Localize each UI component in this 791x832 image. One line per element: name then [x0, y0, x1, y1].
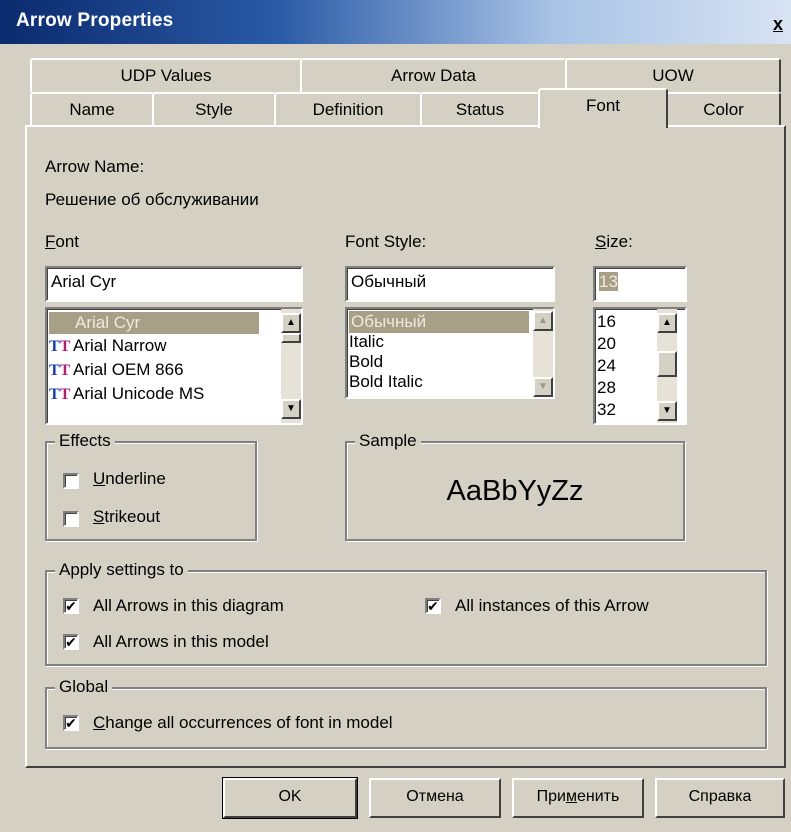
size-label-rest: ize: [606, 232, 633, 251]
tab-color[interactable]: Color [666, 92, 781, 126]
font-style-label: Font Style: [345, 232, 427, 251]
global-title: Global [55, 677, 113, 697]
all-arrows-diagram-checkbox[interactable]: ✔ [63, 598, 79, 614]
change-all-occurrences-label[interactable]: Change all occurrences of font in model [93, 713, 393, 733]
apply-settings-group: Apply settings to ✔ All Arrows in this d… [45, 560, 767, 666]
list-item[interactable]: Обычный [349, 311, 529, 333]
apply-label-end: енить [577, 788, 620, 805]
sample-preview-text: AaBbYyZz [446, 475, 584, 507]
tab-style[interactable]: Style [152, 92, 276, 126]
size-input-value: 13 [599, 272, 618, 291]
tab-font[interactable]: Font [538, 88, 668, 128]
all-arrows-model-label[interactable]: All Arrows in this model [93, 632, 269, 652]
strikeout-accel: S [93, 507, 105, 526]
all-instances-checkbox[interactable]: ✔ [425, 598, 441, 614]
all-instances-label[interactable]: All instances of this Arrow [455, 596, 649, 616]
tab-udp-values[interactable]: UDP Values [30, 58, 302, 92]
font-style-input[interactable]: Обычный [345, 266, 555, 302]
global-group: Global ✔ Change all occurrences of font … [45, 677, 767, 749]
list-item[interactable]: Arial Cyr [49, 312, 259, 334]
cancel-button[interactable]: Отмена [369, 778, 501, 818]
apply-button[interactable]: Применить [512, 778, 644, 818]
list-item[interactable]: 28 [597, 377, 616, 399]
arrow-properties-dialog: Arrow Properties x UDP Values Arrow Data… [0, 0, 791, 832]
change-accel: C [93, 713, 106, 732]
font-item-label: Arial Unicode MS [73, 384, 205, 403]
list-item[interactable]: 32 [597, 399, 616, 421]
font-style-scrollbar[interactable]: ▲ ▼ [533, 309, 553, 397]
tab-arrow-data[interactable]: Arrow Data [300, 58, 567, 92]
close-icon[interactable]: x [773, 14, 783, 35]
truetype-icon: TT [49, 386, 71, 403]
apply-label-start: При [536, 788, 566, 805]
tab-definition[interactable]: Definition [274, 92, 422, 126]
apply-accel: м [566, 788, 577, 805]
effects-title: Effects [55, 431, 115, 451]
strikeout-checkbox[interactable] [63, 511, 79, 527]
tab-uow[interactable]: UOW [565, 58, 781, 92]
change-all-occurrences-checkbox[interactable]: ✔ [63, 715, 79, 731]
font-label-accel: F [45, 232, 56, 251]
underline-accel: U [93, 469, 106, 488]
sample-group: Sample AaBbYyZz [345, 431, 685, 541]
list-item[interactable]: Italic [349, 331, 384, 353]
scroll-thumb[interactable] [657, 351, 677, 377]
list-item[interactable]: TT Arial Narrow [49, 335, 167, 357]
list-item[interactable]: Bold [349, 351, 383, 373]
help-button[interactable]: Справка [655, 778, 785, 818]
list-item[interactable]: TT Arial Unicode MS [49, 383, 204, 405]
truetype-icon: TT [49, 338, 71, 355]
font-label-rest: ont [55, 232, 80, 251]
list-item[interactable]: 24 [597, 355, 616, 377]
sample-title: Sample [355, 431, 421, 451]
scroll-down-icon[interactable]: ▼ [533, 377, 553, 397]
underline-label[interactable]: Underline [93, 469, 166, 489]
font-style-list[interactable]: Обычный Italic Bold Bold Italic ▲ ▼ [345, 307, 555, 399]
font-input[interactable]: Arial Cyr [45, 266, 303, 302]
scroll-down-icon[interactable]: ▼ [281, 399, 301, 419]
apply-settings-title: Apply settings to [55, 560, 188, 580]
font-item-label: Arial Narrow [73, 336, 167, 355]
list-item[interactable]: TT Arial OEM 866 [49, 359, 184, 381]
size-input[interactable]: 13 [593, 266, 687, 302]
ok-button[interactable]: OK [222, 777, 358, 819]
size-label: Size: [595, 232, 633, 252]
effects-group: Effects Underline Strikeout [45, 431, 257, 541]
list-item[interactable]: Bold Italic [349, 371, 423, 393]
truetype-icon: TT [49, 362, 71, 379]
font-list[interactable]: Arial Cyr TT Arial Narrow TT Arial OEM 866… [45, 307, 303, 425]
strikeout-rest: trikeout [104, 507, 161, 526]
list-item[interactable]: 20 [597, 333, 616, 355]
font-tab-panel: Arrow Name: Решение об обслуживании Font… [25, 125, 786, 768]
size-list-scrollbar[interactable]: ▲ ▼ [657, 309, 677, 423]
dialog-title: Arrow Properties [16, 10, 174, 31]
tab-name[interactable]: Name [30, 92, 154, 126]
title-bar: Arrow Properties x [0, 0, 791, 44]
list-item[interactable]: 16 [597, 311, 616, 333]
scroll-thumb[interactable] [281, 333, 301, 343]
scroll-up-icon[interactable]: ▲ [281, 313, 301, 333]
scroll-up-icon[interactable]: ▲ [533, 311, 553, 331]
size-list[interactable]: 16 20 24 28 32 ▲ ▼ [593, 307, 687, 425]
tab-status[interactable]: Status [420, 92, 540, 126]
font-list-scrollbar[interactable]: ▲ ▼ [281, 309, 301, 423]
font-label: Font [45, 232, 79, 252]
size-label-accel: S [595, 232, 607, 251]
arrow-name-label: Arrow Name: [45, 157, 145, 176]
scroll-up-icon[interactable]: ▲ [657, 313, 677, 333]
font-item-label: Arial OEM 866 [73, 360, 184, 379]
underline-checkbox[interactable] [63, 473, 79, 489]
strikeout-label[interactable]: Strikeout [93, 507, 160, 527]
all-arrows-diagram-label[interactable]: All Arrows in this diagram [93, 596, 284, 616]
all-arrows-model-checkbox[interactable]: ✔ [63, 634, 79, 650]
arrow-name-value: Решение об обслуживании [45, 190, 259, 209]
underline-rest: nderline [105, 469, 166, 488]
scroll-down-icon[interactable]: ▼ [657, 401, 677, 421]
change-rest: hange all occurrences of font in model [105, 713, 393, 732]
